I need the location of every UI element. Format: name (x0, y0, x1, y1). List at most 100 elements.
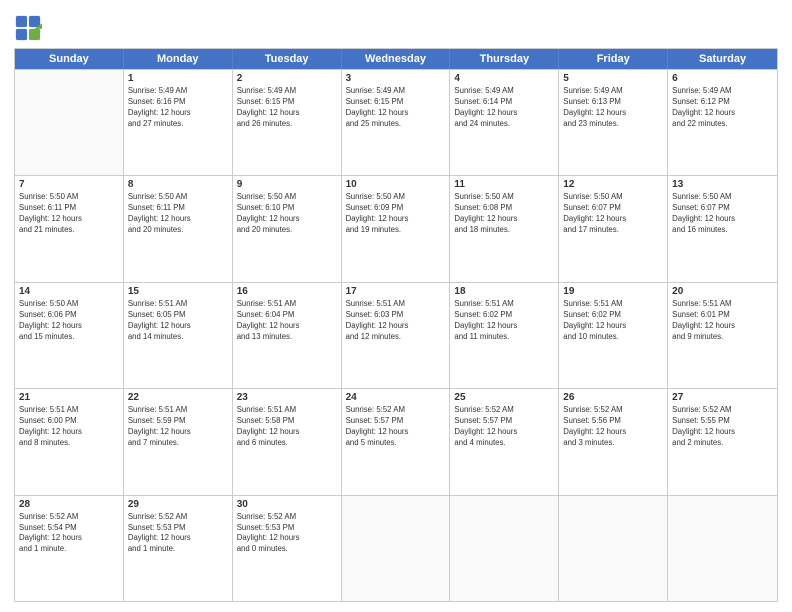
day-number: 28 (19, 499, 119, 510)
header (14, 10, 778, 42)
day-info: Sunrise: 5:49 AMSunset: 6:13 PMDaylight:… (563, 86, 663, 130)
calendar-cell: 20 Sunrise: 5:51 AMSunset: 6:01 PMDayligh… (668, 283, 777, 388)
day-info: Sunrise: 5:50 AMSunset: 6:07 PMDaylight:… (563, 192, 663, 236)
page: Sunday Monday Tuesday Wednesday Thursday… (0, 0, 792, 612)
day-number: 12 (563, 179, 663, 190)
day-info: Sunrise: 5:51 AMSunset: 6:03 PMDaylight:… (346, 299, 446, 343)
day-info: Sunrise: 5:52 AMSunset: 5:53 PMDaylight:… (237, 512, 337, 556)
calendar-cell: 29 Sunrise: 5:52 AMSunset: 5:53 PMDayligh… (124, 496, 233, 601)
day-info: Sunrise: 5:52 AMSunset: 5:55 PMDaylight:… (672, 405, 773, 449)
day-number: 24 (346, 392, 446, 403)
day-info: Sunrise: 5:50 AMSunset: 6:10 PMDaylight:… (237, 192, 337, 236)
day-number: 25 (454, 392, 554, 403)
day-number: 4 (454, 73, 554, 84)
day-info: Sunrise: 5:52 AMSunset: 5:56 PMDaylight:… (563, 405, 663, 449)
header-friday: Friday (559, 49, 668, 69)
day-number: 17 (346, 286, 446, 297)
calendar-cell: 30 Sunrise: 5:52 AMSunset: 5:53 PMDayligh… (233, 496, 342, 601)
calendar-cell (668, 496, 777, 601)
calendar-cell: 15 Sunrise: 5:51 AMSunset: 6:05 PMDayligh… (124, 283, 233, 388)
day-info: Sunrise: 5:50 AMSunset: 6:11 PMDaylight:… (128, 192, 228, 236)
calendar-cell: 6 Sunrise: 5:49 AMSunset: 6:12 PMDaylight… (668, 70, 777, 175)
calendar-cell: 23 Sunrise: 5:51 AMSunset: 5:58 PMDayligh… (233, 389, 342, 494)
day-info: Sunrise: 5:52 AMSunset: 5:57 PMDaylight:… (454, 405, 554, 449)
day-number: 18 (454, 286, 554, 297)
calendar-row-0: 1Sunrise: 5:49 AMSunset: 6:16 PMDaylight… (15, 69, 777, 175)
header-tuesday: Tuesday (233, 49, 342, 69)
calendar-row-4: 28 Sunrise: 5:52 AMSunset: 5:54 PMDayligh… (15, 495, 777, 601)
calendar-cell: 24 Sunrise: 5:52 AMSunset: 5:57 PMDayligh… (342, 389, 451, 494)
day-info: Sunrise: 5:51 AMSunset: 6:05 PMDaylight:… (128, 299, 228, 343)
day-info: Sunrise: 5:49 AMSunset: 6:14 PMDaylight:… (454, 86, 554, 130)
day-number: 13 (672, 179, 773, 190)
calendar-cell: 26Sunrise: 5:52 AMSunset: 5:56 PMDayligh… (559, 389, 668, 494)
calendar-cell (450, 496, 559, 601)
day-info: Sunrise: 5:49 AMSunset: 6:15 PMDaylight:… (237, 86, 337, 130)
day-info: Sunrise: 5:51 AMSunset: 6:02 PMDaylight:… (563, 299, 663, 343)
day-number: 9 (237, 179, 337, 190)
calendar-cell: 2 Sunrise: 5:49 AMSunset: 6:15 PMDaylight… (233, 70, 342, 175)
calendar-cell: 8Sunrise: 5:50 AMSunset: 6:11 PMDaylight… (124, 176, 233, 281)
day-number: 14 (19, 286, 119, 297)
calendar-cell: 25 Sunrise: 5:52 AMSunset: 5:57 PMDayligh… (450, 389, 559, 494)
header-saturday: Saturday (668, 49, 777, 69)
day-number: 20 (672, 286, 773, 297)
calendar-cell: 22 Sunrise: 5:51 AMSunset: 5:59 PMDayligh… (124, 389, 233, 494)
calendar-cell: 27 Sunrise: 5:52 AMSunset: 5:55 PMDayligh… (668, 389, 777, 494)
calendar-row-2: 14Sunrise: 5:50 AMSunset: 6:06 PMDayligh… (15, 282, 777, 388)
header-sunday: Sunday (15, 49, 124, 69)
calendar-cell (15, 70, 124, 175)
day-info: Sunrise: 5:49 AMSunset: 6:12 PMDaylight:… (672, 86, 773, 130)
day-number: 2 (237, 73, 337, 84)
calendar-cell: 19 Sunrise: 5:51 AMSunset: 6:02 PMDayligh… (559, 283, 668, 388)
day-number: 22 (128, 392, 228, 403)
logo-icon (14, 14, 42, 42)
calendar-row-1: 7Sunrise: 5:50 AMSunset: 6:11 PMDaylight… (15, 175, 777, 281)
calendar-cell: 18 Sunrise: 5:51 AMSunset: 6:02 PMDayligh… (450, 283, 559, 388)
calendar-cell: 10Sunrise: 5:50 AMSunset: 6:09 PMDayligh… (342, 176, 451, 281)
calendar-cell: 13 Sunrise: 5:50 AMSunset: 6:07 PMDayligh… (668, 176, 777, 281)
calendar-cell: 11 Sunrise: 5:50 AMSunset: 6:08 PMDayligh… (450, 176, 559, 281)
calendar-cell (559, 496, 668, 601)
logo (14, 14, 44, 42)
day-info: Sunrise: 5:49 AMSunset: 6:15 PMDaylight:… (346, 86, 446, 130)
day-info: Sunrise: 5:50 AMSunset: 6:07 PMDaylight:… (672, 192, 773, 236)
day-number: 6 (672, 73, 773, 84)
calendar-row-3: 21Sunrise: 5:51 AMSunset: 6:00 PMDayligh… (15, 388, 777, 494)
calendar: Sunday Monday Tuesday Wednesday Thursday… (14, 48, 778, 602)
day-info: Sunrise: 5:51 AMSunset: 5:58 PMDaylight:… (237, 405, 337, 449)
day-number: 19 (563, 286, 663, 297)
calendar-cell: 7Sunrise: 5:50 AMSunset: 6:11 PMDaylight… (15, 176, 124, 281)
header-wednesday: Wednesday (342, 49, 451, 69)
calendar-cell: 3 Sunrise: 5:49 AMSunset: 6:15 PMDaylight… (342, 70, 451, 175)
day-number: 30 (237, 499, 337, 510)
day-info: Sunrise: 5:50 AMSunset: 6:08 PMDaylight:… (454, 192, 554, 236)
calendar-cell: 9 Sunrise: 5:50 AMSunset: 6:10 PMDaylight… (233, 176, 342, 281)
calendar-cell: 5Sunrise: 5:49 AMSunset: 6:13 PMDaylight… (559, 70, 668, 175)
day-info: Sunrise: 5:51 AMSunset: 6:01 PMDaylight:… (672, 299, 773, 343)
header-monday: Monday (124, 49, 233, 69)
day-number: 15 (128, 286, 228, 297)
day-info: Sunrise: 5:49 AMSunset: 6:16 PMDaylight:… (128, 86, 228, 130)
calendar-cell: 17 Sunrise: 5:51 AMSunset: 6:03 PMDayligh… (342, 283, 451, 388)
calendar-cell: 28 Sunrise: 5:52 AMSunset: 5:54 PMDayligh… (15, 496, 124, 601)
day-info: Sunrise: 5:51 AMSunset: 6:02 PMDaylight:… (454, 299, 554, 343)
day-number: 10 (346, 179, 446, 190)
calendar-body: 1Sunrise: 5:49 AMSunset: 6:16 PMDaylight… (15, 69, 777, 601)
day-info: Sunrise: 5:51 AMSunset: 5:59 PMDaylight:… (128, 405, 228, 449)
day-info: Sunrise: 5:50 AMSunset: 6:11 PMDaylight:… (19, 192, 119, 236)
day-number: 27 (672, 392, 773, 403)
day-info: Sunrise: 5:52 AMSunset: 5:57 PMDaylight:… (346, 405, 446, 449)
calendar-cell: 16Sunrise: 5:51 AMSunset: 6:04 PMDayligh… (233, 283, 342, 388)
day-number: 21 (19, 392, 119, 403)
calendar-cell: 12 Sunrise: 5:50 AMSunset: 6:07 PMDayligh… (559, 176, 668, 281)
day-number: 29 (128, 499, 228, 510)
day-info: Sunrise: 5:52 AMSunset: 5:53 PMDaylight:… (128, 512, 228, 556)
calendar-cell: 1Sunrise: 5:49 AMSunset: 6:16 PMDaylight… (124, 70, 233, 175)
day-number: 11 (454, 179, 554, 190)
day-number: 23 (237, 392, 337, 403)
calendar-cell: 21Sunrise: 5:51 AMSunset: 6:00 PMDayligh… (15, 389, 124, 494)
day-info: Sunrise: 5:52 AMSunset: 5:54 PMDaylight:… (19, 512, 119, 556)
day-number: 16 (237, 286, 337, 297)
day-number: 3 (346, 73, 446, 84)
